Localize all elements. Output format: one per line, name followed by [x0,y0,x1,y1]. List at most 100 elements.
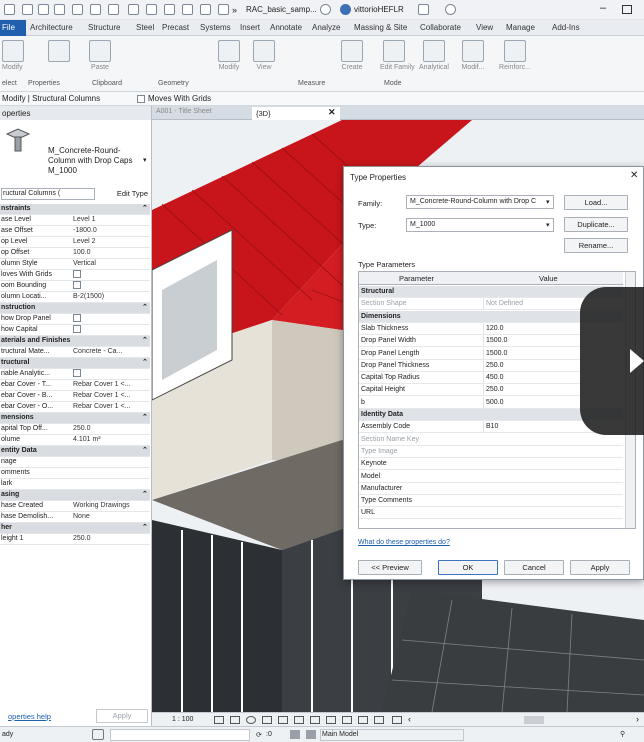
minimize-icon[interactable]: – [600,2,606,14]
type-dropdown[interactable]: M_1000 [406,218,554,232]
parameter-row[interactable]: Type Image [359,446,623,458]
property-value[interactable]: -1800.0 [73,226,141,236]
parameter-row[interactable]: Type Comments [359,495,623,508]
tab-annotate[interactable]: Annotate [270,23,302,32]
property-value[interactable]: Level 2 [73,237,141,247]
shadows-icon[interactable] [262,716,272,724]
property-value[interactable]: 250.0 [73,534,141,544]
text-icon[interactable] [164,4,175,15]
close-hidden-icon[interactable] [218,4,229,15]
tab-insert[interactable]: Insert [240,23,260,32]
edit-family-button[interactable]: Edit Family [380,40,415,71]
property-group-header[interactable]: asing ⌃ [0,490,150,501]
property-group-header[interactable]: mensions ⌃ [0,413,150,424]
property-group-header[interactable]: nstraints ⌃ [0,204,150,215]
collapse-icon[interactable]: ⌃ [142,413,148,423]
property-row[interactable]: lark [0,479,150,490]
section-icon[interactable] [200,4,211,15]
model-dropdown[interactable] [320,729,464,741]
property-row[interactable]: nable Analytic... [0,369,150,380]
property-row[interactable]: nage [0,457,150,468]
property-row[interactable]: tructural Mate... Concrete - Ca... [0,347,150,358]
sun-path-icon[interactable] [246,716,256,724]
reinforcement-button[interactable]: Reinforc... [496,40,534,71]
open-icon[interactable] [22,4,33,15]
save-icon[interactable] [38,4,49,15]
property-value[interactable]: 4.101 m² [73,435,141,445]
family-dropdown-arrow-icon[interactable]: ▾ [546,198,550,206]
property-value[interactable]: B-2(1500) [73,292,141,302]
tab-file[interactable]: File [0,20,26,36]
crop-view-icon[interactable] [278,716,288,724]
scale-label[interactable]: 1 : 100 [172,716,193,723]
tab-add-ins[interactable]: Add-Ins [552,23,580,32]
moves-with-grids-checkbox[interactable] [137,95,145,103]
user-icon[interactable] [340,4,351,15]
properties-help-link[interactable]: What do these properties do? [358,539,450,546]
type-dropdown-arrow-icon[interactable]: ▾ [546,221,550,229]
horizontal-scrollbar[interactable] [524,716,544,724]
property-value[interactable]: Working Drawings [73,501,141,511]
collapse-icon[interactable]: ⌃ [142,446,148,456]
detail-level-icon[interactable] [214,716,224,724]
property-row[interactable]: hase Demolish... None [0,512,150,523]
dialog-close-icon[interactable]: ✕ [630,170,638,181]
property-row[interactable]: ase Offset -1800.0 [0,226,150,237]
close-tab-icon[interactable]: ✕ [328,107,336,118]
hide-isolate-icon[interactable] [326,716,336,724]
tab-title-sheet[interactable]: A001 - Title Sheet [156,108,248,119]
tab-manage[interactable]: Manage [506,23,535,32]
parameter-row[interactable]: URL [359,507,623,520]
dimension-icon[interactable] [146,4,157,15]
instance-filter-dropdown[interactable]: ructural Columns ( [1,188,95,200]
properties-button[interactable] [48,40,70,64]
property-group-header[interactable]: nstruction ⌃ [0,303,150,314]
property-value[interactable]: Rebar Cover 1 <... [73,391,141,401]
cancel-button[interactable]: Cancel [504,560,564,575]
tab-analyze[interactable]: Analyze [312,23,340,32]
properties-apply-button[interactable]: Apply [96,709,148,723]
property-checkbox[interactable] [73,314,141,325]
workset-icon[interactable] [92,729,104,740]
property-row[interactable]: op Offset 100.0 [0,248,150,259]
modify-button[interactable]: Modify [2,40,24,71]
apply-button[interactable]: Apply [570,560,630,575]
create-button[interactable]: Create [338,40,366,71]
property-row[interactable]: olume 4.101 m² [0,435,150,446]
tab-massing-site[interactable]: Massing & Site [354,23,407,32]
property-value[interactable]: Level 1 [73,215,141,225]
property-value[interactable]: 100.0 [73,248,141,258]
group-select[interactable]: elect [2,80,17,87]
visual-style-icon[interactable] [230,716,240,724]
tab-systems[interactable]: Systems [200,23,231,32]
tab-architecture[interactable]: Architecture [30,23,73,32]
parameter-row[interactable]: Keynote [359,458,623,471]
collapse-icon[interactable]: ⌃ [142,303,148,313]
property-row[interactable]: op Level Level 2 [0,237,150,248]
property-group-header[interactable]: entity Data ⌃ [0,446,150,457]
modify-family-button[interactable]: Modif... [456,40,490,71]
refresh-icon[interactable]: ⟳ [256,731,262,739]
property-row[interactable]: oom Bounding [0,281,150,292]
show-crop-icon[interactable] [294,716,304,724]
property-checkbox[interactable] [73,281,141,292]
property-row[interactable]: olumn Style Vertical [0,259,150,270]
help-icon[interactable] [445,4,456,15]
tab-collaborate[interactable]: Collaborate [420,23,461,32]
property-value[interactable]: Concrete - Ca... [73,347,141,357]
collapse-icon[interactable]: ⌃ [142,204,148,214]
family-dropdown[interactable]: M_Concrete-Round-Column with Drop C [406,195,554,209]
property-value[interactable]: Rebar Cover 1 <... [73,402,141,412]
property-checkbox[interactable] [73,270,141,281]
collapse-icon[interactable]: ⌃ [142,490,148,500]
property-value[interactable]: None [73,512,141,522]
property-row[interactable]: how Capital [0,325,150,336]
type-selector-arrow-icon[interactable]: ▾ [143,156,147,164]
ok-button[interactable]: OK [438,560,498,575]
properties-help-link[interactable]: operties help [8,712,51,721]
measure-icon[interactable] [128,4,139,15]
modify-geometry-button[interactable]: Modify [214,40,244,71]
workset-dropdown[interactable] [110,729,250,741]
paste-button[interactable]: Paste [88,40,112,71]
collapse-icon[interactable]: ⌃ [142,336,148,346]
